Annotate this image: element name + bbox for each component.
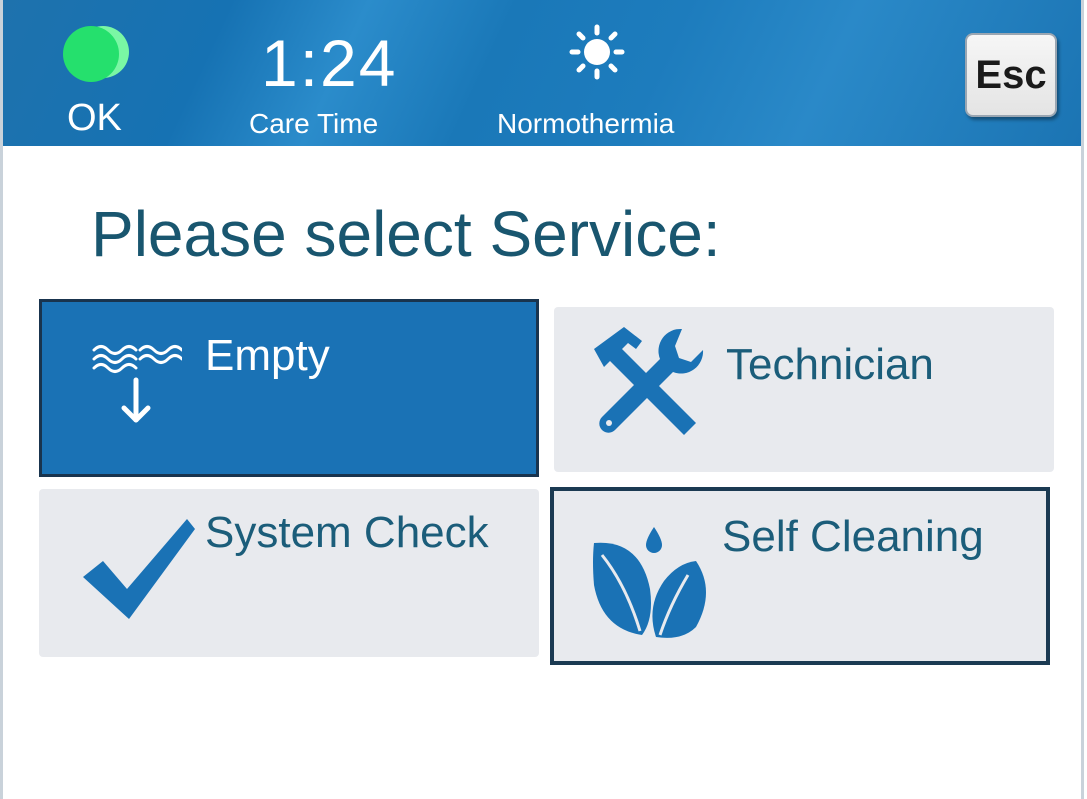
care-time-label: Care Time <box>249 108 379 139</box>
status-indicator-icon <box>63 26 129 92</box>
hammer-wrench-icon <box>594 327 704 435</box>
self-cleaning-service-button[interactable]: Self Cleaning <box>550 487 1050 665</box>
esc-button[interactable]: Esc <box>965 33 1057 117</box>
tile-label: Technician <box>726 340 934 389</box>
tile-label: System Check <box>205 508 489 557</box>
tile-label: Self Cleaning <box>722 512 984 561</box>
status-text: OK <box>67 97 122 139</box>
tile-label: Empty <box>205 331 330 380</box>
empty-service-button[interactable]: Empty <box>39 299 539 477</box>
mode-label: Normothermia <box>497 108 675 139</box>
care-time-value: 1:24 <box>261 26 398 100</box>
status-header: OK 1:24 Care Time Normothermia Esc <box>3 0 1081 146</box>
system-check-service-button[interactable]: System Check <box>39 489 539 657</box>
page-title: Please select Service: <box>91 198 721 270</box>
leaves-drop-icon <box>593 527 706 638</box>
technician-service-button[interactable]: Technician <box>554 307 1054 472</box>
service-screen: OK 1:24 Care Time Normothermia Esc Pleas… <box>0 0 1084 799</box>
sun-icon <box>569 24 625 80</box>
checkmark-icon <box>83 519 195 619</box>
drain-icon <box>92 345 182 423</box>
